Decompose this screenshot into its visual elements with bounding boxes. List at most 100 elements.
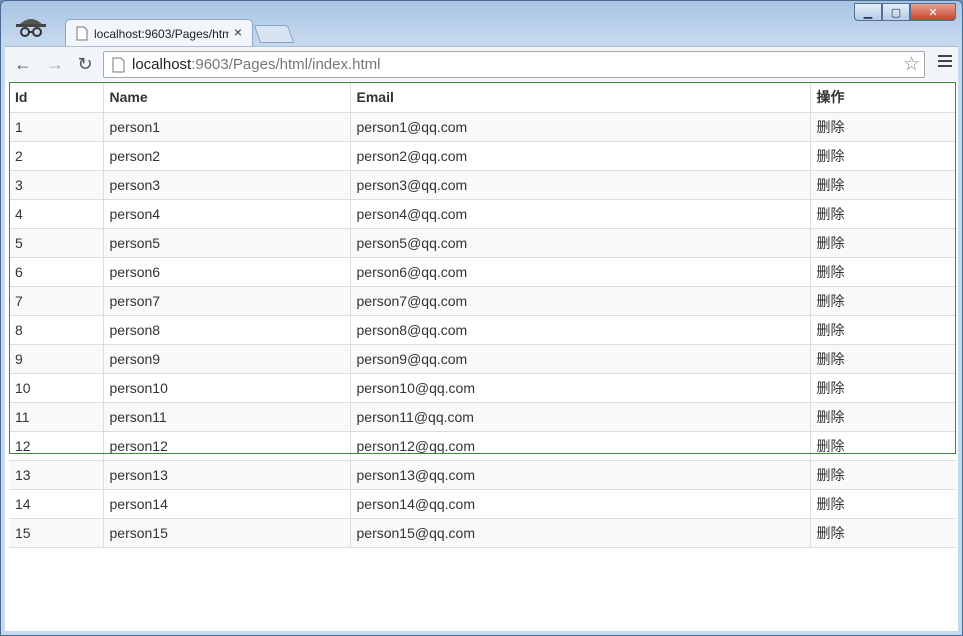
cell-id: 1 bbox=[9, 111, 103, 141]
cell-email: person5@qq.com bbox=[349, 227, 810, 257]
cell-id: 5 bbox=[9, 227, 103, 257]
table-row: 15 person15 person15@qq.com 删除 bbox=[9, 517, 955, 548]
cell-name: person10 bbox=[102, 372, 350, 402]
delete-link[interactable]: 删除 bbox=[809, 517, 955, 548]
table-row: 2 person2 person2@qq.com 删除 bbox=[9, 140, 955, 170]
cell-email: person10@qq.com bbox=[349, 372, 810, 402]
cell-email: person7@qq.com bbox=[349, 285, 810, 315]
cell-email: person12@qq.com bbox=[349, 430, 810, 460]
title-bar: localhost:9603/Pages/htm × ▁ ▢ ✕ bbox=[1, 1, 962, 46]
cell-name: person6 bbox=[102, 256, 350, 286]
url-host: localhost bbox=[132, 56, 192, 73]
cell-email: person1@qq.com bbox=[349, 111, 810, 141]
cell-id: 7 bbox=[9, 285, 103, 315]
cell-name: person15 bbox=[102, 517, 350, 548]
url-path: :9603/Pages/html/index.html bbox=[191, 56, 381, 73]
cell-email: person2@qq.com bbox=[349, 140, 810, 170]
cell-email: person6@qq.com bbox=[349, 256, 810, 286]
delete-link[interactable]: 删除 bbox=[809, 488, 955, 518]
cell-email: person11@qq.com bbox=[349, 401, 810, 431]
table-row: 4 person4 person4@qq.com 删除 bbox=[9, 198, 955, 228]
delete-link[interactable]: 删除 bbox=[809, 401, 955, 431]
delete-link[interactable]: 删除 bbox=[809, 227, 955, 257]
browser-toolbar: ← → ↻ localhost:9603/Pages/html/index.ht… bbox=[5, 46, 958, 81]
page-icon bbox=[76, 26, 88, 41]
cell-name: person1 bbox=[102, 111, 350, 141]
cell-name: person5 bbox=[102, 227, 350, 257]
minimize-button[interactable]: ▁ bbox=[854, 3, 882, 21]
close-window-button[interactable]: ✕ bbox=[910, 3, 956, 21]
cell-email: person4@qq.com bbox=[349, 198, 810, 228]
delete-link[interactable]: 删除 bbox=[809, 343, 955, 373]
close-tab-icon[interactable]: × bbox=[232, 24, 244, 40]
table-row: 12 person12 person12@qq.com 删除 bbox=[9, 430, 955, 460]
cell-id: 4 bbox=[9, 198, 103, 228]
delete-link[interactable]: 删除 bbox=[809, 169, 955, 199]
cell-id: 6 bbox=[9, 256, 103, 286]
table-row: 1 person1 person1@qq.com 删除 bbox=[9, 111, 955, 141]
cell-name: person12 bbox=[102, 430, 350, 460]
menu-icon[interactable] bbox=[938, 55, 952, 69]
cell-email: person8@qq.com bbox=[349, 314, 810, 344]
delete-link[interactable]: 删除 bbox=[809, 140, 955, 170]
table-row: 11 person11 person11@qq.com 删除 bbox=[9, 401, 955, 431]
table-row: 3 person3 person3@qq.com 删除 bbox=[9, 169, 955, 199]
delete-link[interactable]: 删除 bbox=[809, 314, 955, 344]
cell-name: person4 bbox=[102, 198, 350, 228]
cell-id: 9 bbox=[9, 343, 103, 373]
url-text[interactable]: localhost:9603/Pages/html/index.html bbox=[132, 56, 380, 73]
cell-email: person9@qq.com bbox=[349, 343, 810, 373]
table-body: 1 person1 person1@qq.com 删除 2 person2 person2@… bbox=[9, 111, 955, 548]
table-row: 10 person10 person10@qq.com 删除 bbox=[9, 372, 955, 402]
delete-link[interactable]: 删除 bbox=[809, 198, 955, 228]
bookmark-star-icon[interactable]: ☆ bbox=[903, 53, 920, 76]
cell-id: 2 bbox=[9, 140, 103, 170]
table-row: 14 person14 person14@qq.com 删除 bbox=[9, 488, 955, 518]
cell-email: person15@qq.com bbox=[349, 517, 810, 548]
cell-id: 8 bbox=[9, 314, 103, 344]
table-header-row: Id Name Email 操作 bbox=[9, 83, 955, 113]
table-row: 7 person7 person7@qq.com 删除 bbox=[9, 285, 955, 315]
cell-id: 13 bbox=[9, 459, 103, 489]
cell-name: person14 bbox=[102, 488, 350, 518]
header-id: Id bbox=[9, 83, 103, 113]
cell-name: person3 bbox=[102, 169, 350, 199]
table-row: 8 person8 person8@qq.com 删除 bbox=[9, 314, 955, 344]
cell-name: person7 bbox=[102, 285, 350, 315]
new-tab-button[interactable] bbox=[253, 25, 295, 43]
window-controls: ▁ ▢ ✕ bbox=[854, 3, 956, 23]
person-table: Id Name Email 操作 1 person1 person1@qq.com 删… bbox=[9, 83, 955, 548]
maximize-button[interactable]: ▢ bbox=[882, 3, 910, 21]
header-email: Email bbox=[349, 83, 810, 113]
cell-name: person13 bbox=[102, 459, 350, 489]
cell-id: 11 bbox=[9, 401, 103, 431]
delete-link[interactable]: 删除 bbox=[809, 111, 955, 141]
tab-title: localhost:9603/Pages/htm bbox=[94, 27, 229, 41]
delete-link[interactable]: 删除 bbox=[809, 285, 955, 315]
table-row: 6 person6 person6@qq.com 删除 bbox=[9, 256, 955, 286]
cell-name: person2 bbox=[102, 140, 350, 170]
page-content: Id Name Email 操作 1 person1 person1@qq.com 删… bbox=[5, 81, 958, 631]
page-icon bbox=[112, 57, 125, 73]
reload-icon[interactable]: ↻ bbox=[73, 53, 97, 75]
delete-link[interactable]: 删除 bbox=[809, 372, 955, 402]
incognito-icon bbox=[16, 19, 46, 37]
browser-window: localhost:9603/Pages/htm × ▁ ▢ ✕ ← → ↻ l… bbox=[0, 0, 963, 636]
cell-name: person9 bbox=[102, 343, 350, 373]
cell-email: person13@qq.com bbox=[349, 459, 810, 489]
delete-link[interactable]: 删除 bbox=[809, 459, 955, 489]
delete-link[interactable]: 删除 bbox=[809, 430, 955, 460]
cell-email: person14@qq.com bbox=[349, 488, 810, 518]
delete-link[interactable]: 删除 bbox=[809, 256, 955, 286]
back-arrow-icon[interactable]: ← bbox=[11, 53, 35, 75]
table-row: 5 person5 person5@qq.com 删除 bbox=[9, 227, 955, 257]
table-row: 13 person13 person13@qq.com 删除 bbox=[9, 459, 955, 489]
cell-id: 12 bbox=[9, 430, 103, 460]
tab-active[interactable]: localhost:9603/Pages/htm × bbox=[65, 19, 253, 46]
cell-name: person11 bbox=[102, 401, 350, 431]
forward-arrow-icon[interactable]: → bbox=[43, 53, 67, 75]
cell-email: person3@qq.com bbox=[349, 169, 810, 199]
cell-id: 3 bbox=[9, 169, 103, 199]
address-bar[interactable]: localhost:9603/Pages/html/index.html ☆ bbox=[103, 51, 925, 78]
cell-id: 10 bbox=[9, 372, 103, 402]
